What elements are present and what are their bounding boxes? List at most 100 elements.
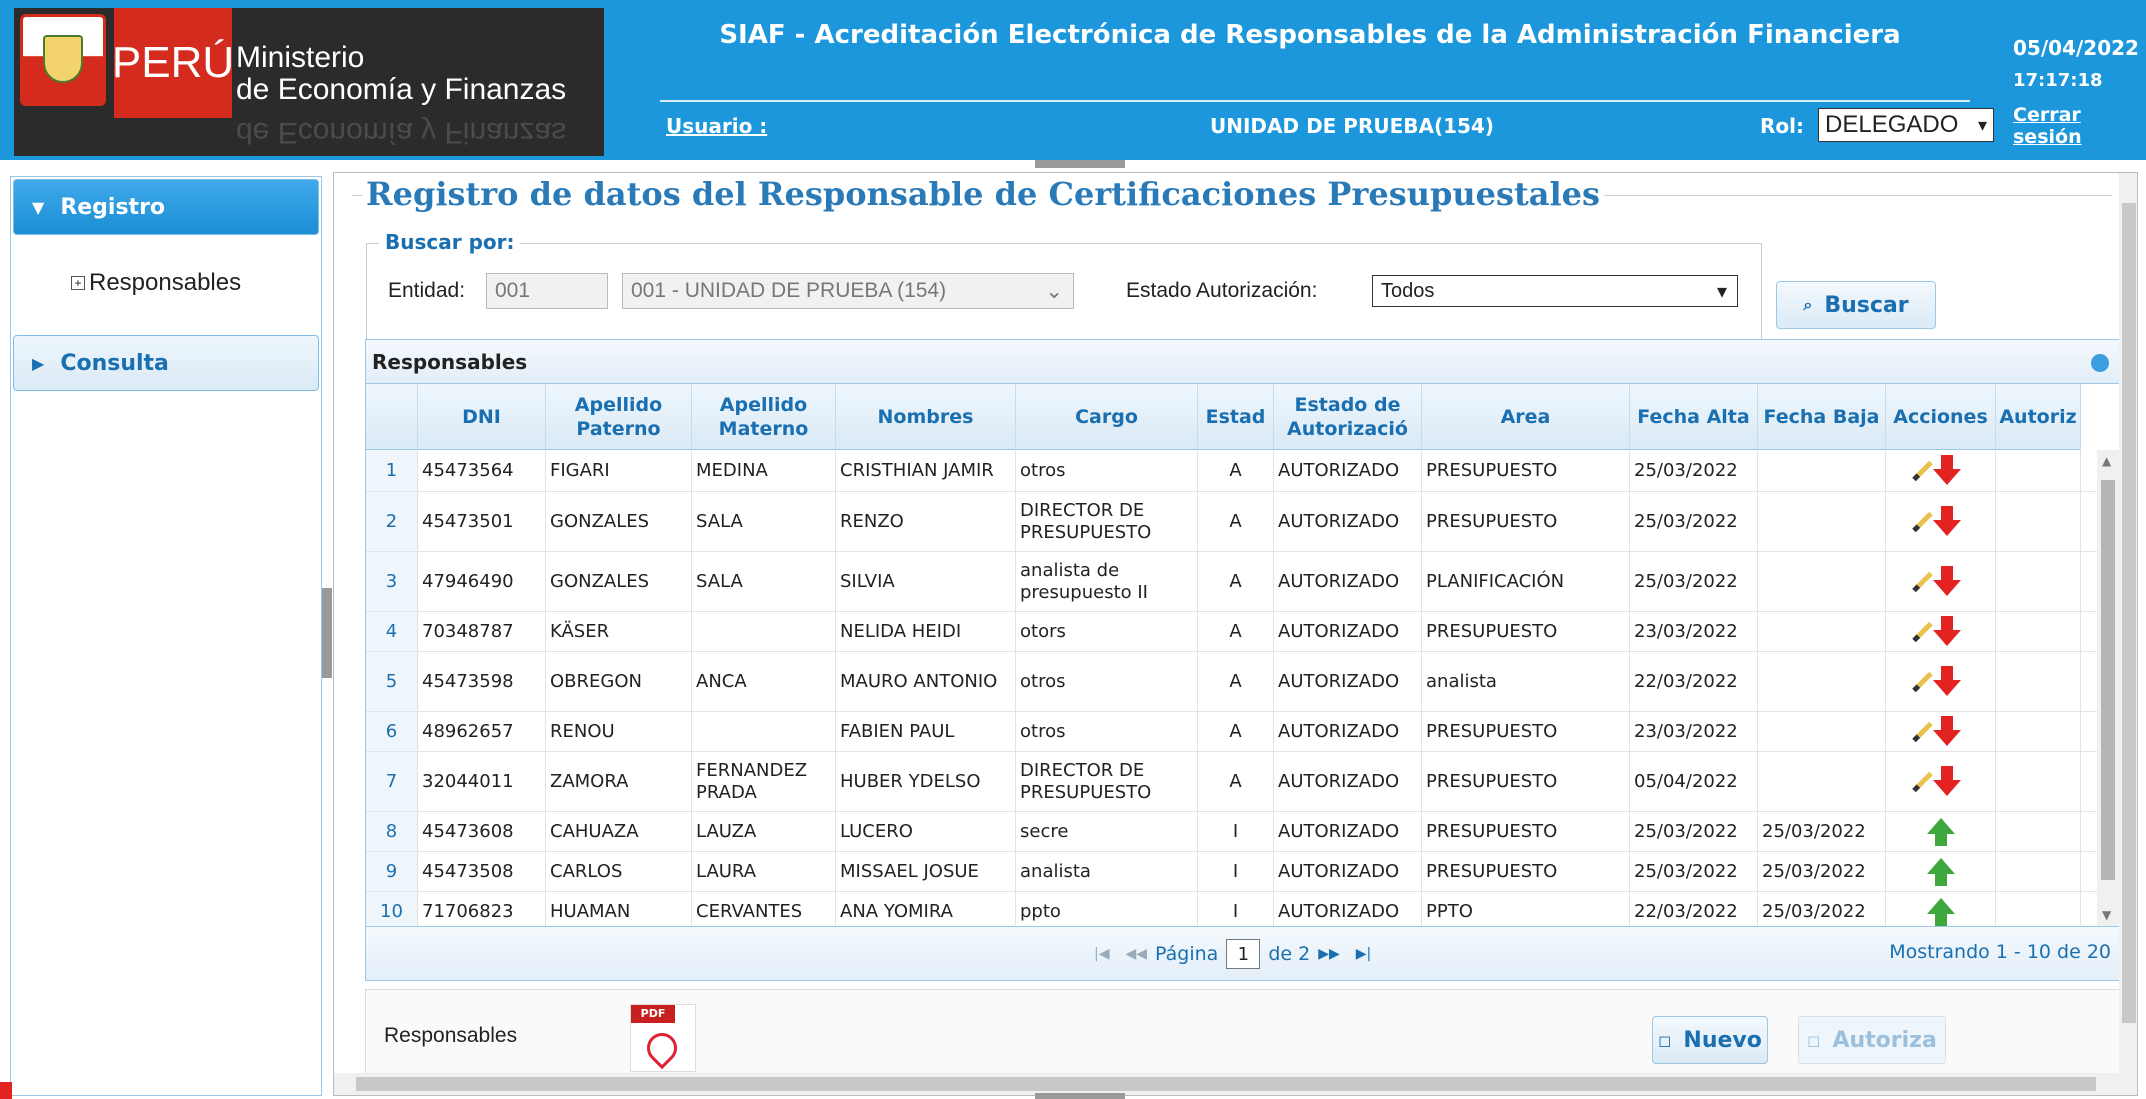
prev-page-icon[interactable]: ◀◀ — [1125, 946, 1147, 962]
cell-baja — [1758, 652, 1886, 711]
search-legend: Buscar por: — [379, 230, 521, 254]
column-header[interactable]: Estado de Autorizació — [1274, 384, 1422, 450]
baja-down-arrow-icon[interactable] — [1933, 615, 1961, 646]
header-date: 05/04/2022 — [2013, 36, 2139, 60]
alta-up-arrow-icon[interactable] — [1926, 897, 1955, 926]
edit-pencil-icon[interactable] — [1912, 571, 1933, 592]
main-horizontal-scrollbar[interactable] — [334, 1073, 2137, 1095]
edit-pencil-icon[interactable] — [1912, 460, 1933, 481]
edit-pencil-icon[interactable] — [1912, 511, 1933, 532]
user-label-link[interactable]: Usuario : — [666, 114, 767, 138]
table-row[interactable]: 1 45473564 FIGARI MEDINA CRISTHIAN JAMIR otro… — [366, 450, 2097, 492]
cell-area: PRESUPUESTO — [1422, 812, 1630, 851]
header-resize-handle[interactable] — [1035, 160, 1125, 168]
column-header[interactable]: Acciones — [1886, 384, 1996, 450]
cell-alta: 22/03/2022 — [1630, 892, 1758, 926]
entidad-code-input[interactable]: 001 — [486, 273, 608, 309]
buscar-button[interactable]: ⌕ Buscar — [1776, 281, 1936, 329]
scrollbar-thumb[interactable] — [2101, 480, 2115, 880]
expand-plus-icon[interactable]: + — [71, 276, 85, 290]
autoriza-button[interactable]: ◻ Autoriza — [1798, 1016, 1946, 1064]
cell-acciones — [1886, 492, 1996, 551]
page-number-input[interactable]: 1 — [1226, 939, 1261, 969]
autoriza-button-label: Autoriza — [1832, 1027, 1937, 1053]
edit-pencil-icon[interactable] — [1912, 621, 1933, 642]
cell-paterno: GONZALES — [546, 492, 692, 551]
cell-estado: A — [1198, 652, 1274, 711]
column-header[interactable] — [366, 384, 418, 450]
sidebar-item-responsables[interactable]: + Responsables — [71, 269, 241, 297]
grid-vertical-scrollbar[interactable]: ▲ ▼ — [2097, 450, 2119, 926]
cell-estado: I — [1198, 892, 1274, 926]
cell-materno: LAUZA — [692, 812, 836, 851]
pdf-icon[interactable]: PDF — [630, 1004, 696, 1072]
last-page-icon[interactable]: ▶| — [1356, 946, 1371, 962]
cell-acciones — [1886, 892, 1996, 926]
column-header[interactable]: Area — [1422, 384, 1630, 450]
main-vertical-scrollbar[interactable] — [2119, 173, 2137, 1073]
cell-estado: A — [1198, 712, 1274, 751]
sidebar-splitter[interactable] — [322, 588, 332, 678]
responsables-grid: Responsables DNI Apellido Paterno Apellido… — [365, 339, 2120, 981]
column-header[interactable]: Autoriz — [1996, 384, 2081, 450]
sidebar-section-consulta[interactable]: ▶ Consulta — [13, 335, 319, 391]
bottom-resize-handle[interactable] — [1035, 1093, 1125, 1099]
rol-select[interactable]: DELEGADO ▾ — [1818, 108, 1994, 142]
column-header[interactable]: Fecha Baja — [1758, 384, 1886, 450]
alta-up-arrow-icon[interactable] — [1926, 857, 1955, 886]
alta-up-arrow-icon[interactable] — [1926, 817, 1955, 846]
baja-down-arrow-icon[interactable] — [1933, 665, 1961, 696]
table-row[interactable]: 5 45473598 OBREGON ANCA MAURO ANTONIO otros A A… — [366, 652, 2097, 712]
entidad-name-value: 001 - UNIDAD DE PRUEBA (154) — [631, 279, 947, 302]
estado-autorizacion-select[interactable]: Todos ▾ — [1372, 275, 1738, 307]
edit-pencil-icon[interactable] — [1912, 771, 1933, 792]
baja-down-arrow-icon[interactable] — [1933, 505, 1961, 536]
cell-dni: 48962657 — [418, 712, 546, 751]
table-row[interactable]: 8 45473608 CAHUAZA LAUZA LUCERO secre I AUTORIZ… — [366, 812, 2097, 852]
ministry-name: Ministerio de Economía y Finanzas — [236, 42, 566, 106]
edit-pencil-icon[interactable] — [1912, 671, 1933, 692]
cell-acciones — [1886, 712, 1996, 751]
cell-n: 9 — [366, 852, 418, 891]
page-label: Página — [1155, 943, 1219, 965]
column-header[interactable]: DNI — [418, 384, 546, 450]
table-row[interactable]: 9 45473508 CARLOS LAURA MISSAEL JOSUE analist… — [366, 852, 2097, 892]
scroll-down-icon[interactable]: ▼ — [2102, 908, 2111, 922]
cell-n: 5 — [366, 652, 418, 711]
logout-link[interactable]: Cerrar sesión — [2013, 104, 2146, 148]
next-page-icon[interactable]: ▶▶ — [1318, 946, 1340, 962]
edit-pencil-icon[interactable] — [1912, 721, 1933, 742]
first-page-icon[interactable]: |◀ — [1094, 946, 1109, 962]
column-header[interactable]: Fecha Alta — [1630, 384, 1758, 450]
baja-down-arrow-icon[interactable] — [1933, 454, 1961, 485]
cell-autoriza — [1996, 892, 2081, 926]
cell-dni: 71706823 — [418, 892, 546, 926]
cell-area: PPTO — [1422, 892, 1630, 926]
table-row[interactable]: 2 45473501 GONZALES SALA RENZO DIRECTOR DE PR… — [366, 492, 2097, 552]
sidebar-section-registro[interactable]: ▼ Registro — [13, 179, 319, 235]
cell-area: PRESUPUESTO — [1422, 450, 1630, 491]
table-row[interactable]: 6 48962657 RENOU FABIEN PAUL otros A AUTORIZAD… — [366, 712, 2097, 752]
main-panel: Registro de datos del Responsable de Cer… — [333, 172, 2138, 1096]
entidad-name-select[interactable]: 001 - UNIDAD DE PRUEBA (154) ⌄ — [622, 273, 1074, 309]
column-header[interactable]: Apellido Paterno — [546, 384, 692, 450]
column-header[interactable]: Cargo — [1016, 384, 1198, 450]
column-header[interactable]: Apellido Materno — [692, 384, 836, 450]
table-row[interactable]: 7 32044011 ZAMORA FERNANDEZ PRADA HUBER YDEL… — [366, 752, 2097, 812]
baja-down-arrow-icon[interactable] — [1933, 715, 1961, 746]
baja-down-arrow-icon[interactable] — [1933, 565, 1961, 596]
table-row[interactable]: 3 47946490 GONZALES SALA SILVIA analista de p… — [366, 552, 2097, 612]
new-doc-icon: ◻ — [1807, 1030, 1821, 1050]
table-row[interactable]: 4 70348787 KÄSER NELIDA HEIDI otors A AUTORIZA… — [366, 612, 2097, 652]
scroll-up-icon[interactable]: ▲ — [2102, 454, 2111, 468]
scrollbar-thumb[interactable] — [2122, 203, 2136, 1023]
table-row[interactable]: 10 71706823 HUAMAN CERVANTES ANA YOMIRA ppto I… — [366, 892, 2097, 926]
nuevo-button[interactable]: ◻ Nuevo — [1652, 1016, 1768, 1064]
scrollbar-thumb[interactable] — [356, 1077, 2096, 1091]
column-header[interactable]: Nombres — [836, 384, 1016, 450]
baja-down-arrow-icon[interactable] — [1933, 765, 1961, 796]
rol-label: Rol: — [1760, 114, 1804, 138]
column-header[interactable]: Estad — [1198, 384, 1274, 450]
collapse-icon[interactable] — [2091, 354, 2109, 372]
cell-dni: 47946490 — [418, 552, 546, 611]
